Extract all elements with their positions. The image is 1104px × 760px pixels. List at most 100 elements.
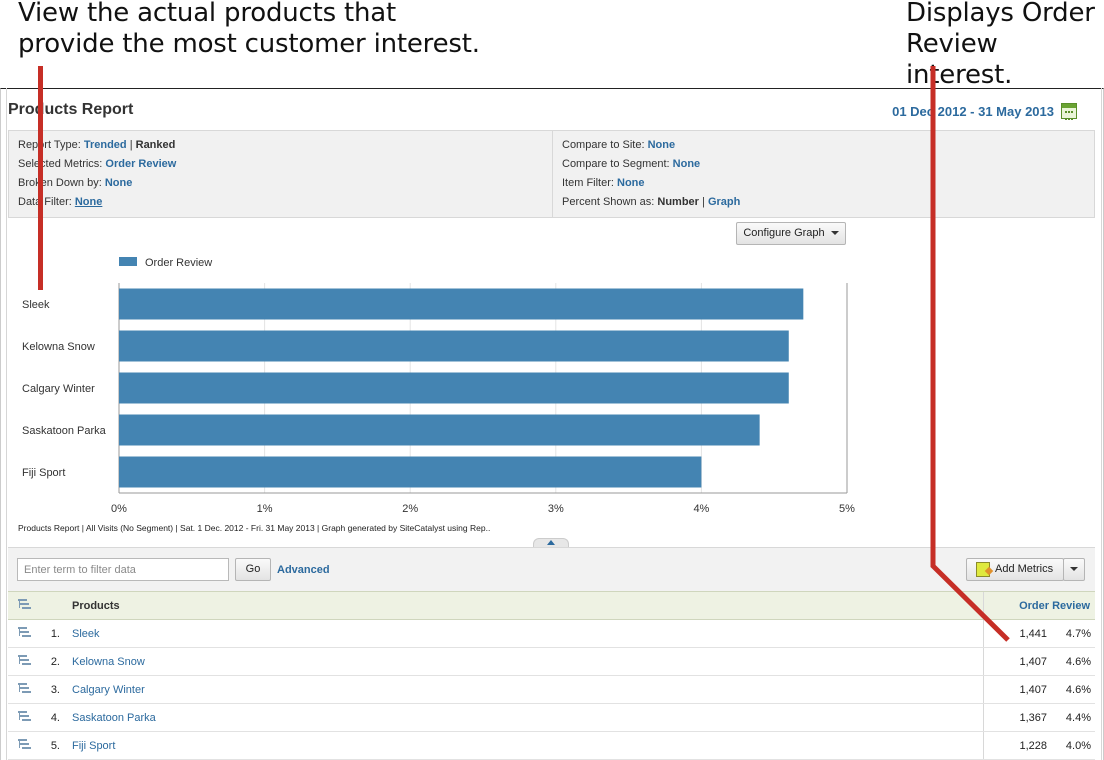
report-type-trended-link[interactable]: Trended: [84, 139, 127, 151]
filter-input[interactable]: [17, 558, 229, 581]
table-header-row: Products Order Review: [8, 591, 1095, 620]
bar: [119, 414, 760, 446]
setting-label: Compare to Site:: [562, 139, 648, 151]
header-breakdown-cell[interactable]: [8, 591, 38, 620]
chart-footer: Products Report | All Visits (No Segment…: [18, 523, 491, 533]
row-value: 1,367: [1019, 711, 1047, 724]
setting-selected-metrics: Selected Metrics: Order Review: [18, 156, 548, 175]
setting-label: Percent Shown as:: [562, 196, 658, 208]
row-breakdown-cell[interactable]: [8, 619, 38, 648]
separator: |: [126, 139, 136, 151]
percent-number: Number: [657, 196, 699, 208]
row-value-cell: 1,441 4.7%: [982, 619, 1095, 648]
go-button[interactable]: Go: [235, 558, 271, 581]
row-rank: 1.: [38, 619, 64, 648]
x-tick-label: 5%: [839, 503, 855, 515]
setting-label: Data Filter:: [18, 196, 75, 208]
row-percent: 4.6%: [1065, 655, 1091, 668]
column-header-products[interactable]: Products: [64, 591, 983, 620]
row-value: 1,407: [1019, 655, 1047, 668]
table-row: 5. Fiji Sport 1,228 4.0%: [8, 731, 1095, 760]
calendar-icon[interactable]: [1061, 103, 1077, 120]
row-value-cell: 1,228 4.0%: [982, 731, 1095, 760]
settings-divider: [552, 131, 553, 217]
table-row: 3. Calgary Winter 1,407 4.6%: [8, 675, 1095, 704]
advanced-link[interactable]: Advanced: [277, 564, 330, 576]
percent-graph-link[interactable]: Graph: [708, 196, 740, 208]
x-tick-label: 3%: [548, 503, 564, 515]
row-product-cell: Saskatoon Parka: [64, 703, 983, 732]
breakdown-icon[interactable]: [17, 739, 29, 749]
add-metrics-icon: [976, 562, 990, 577]
row-breakdown-cell[interactable]: [8, 703, 38, 732]
product-link[interactable]: Calgary Winter: [72, 684, 145, 696]
row-value: 1,228: [1019, 739, 1047, 752]
row-product-cell: Calgary Winter: [64, 675, 983, 704]
table-body: 1. Sleek 1,441 4.7% 2. Kelowna Snow 1,407…: [8, 619, 1095, 760]
callout-order-review: Displays Order Review interest.: [906, 0, 1095, 90]
x-tick-label: 0%: [111, 503, 127, 515]
y-category-label: Sleek: [22, 299, 50, 311]
date-range-link[interactable]: 01 Dec 2012 - 31 May 2013: [892, 104, 1054, 119]
add-metrics-dropdown[interactable]: [1063, 558, 1085, 581]
selected-metrics-link[interactable]: Order Review: [105, 158, 176, 170]
column-header-order-review[interactable]: Order Review: [982, 591, 1095, 620]
callout-left-pointer: [38, 66, 43, 290]
x-tick-label: 1%: [257, 503, 273, 515]
settings-left: Report Type: Trended | Ranked Selected M…: [18, 137, 548, 213]
setting-label: Compare to Segment:: [562, 158, 673, 170]
setting-label: Broken Down by:: [18, 177, 105, 189]
product-link[interactable]: Saskatoon Parka: [72, 712, 156, 724]
setting-compare-site: Compare to Site: None: [562, 137, 740, 156]
chevron-down-icon: [1070, 567, 1078, 572]
broken-down-by-link[interactable]: None: [105, 177, 133, 189]
bar: [119, 372, 789, 404]
row-breakdown-cell[interactable]: [8, 731, 38, 760]
row-product-cell: Sleek: [64, 619, 983, 648]
breakdown-icon[interactable]: [17, 711, 29, 721]
product-link[interactable]: Sleek: [72, 628, 100, 640]
collapse-graph-toggle[interactable]: [533, 538, 569, 547]
row-percent: 4.7%: [1065, 627, 1091, 640]
settings-right: Compare to Site: None Compare to Segment…: [562, 137, 740, 213]
chevron-down-icon: [830, 231, 839, 236]
setting-label: Report Type:: [18, 139, 84, 151]
y-category-label: Calgary Winter: [22, 383, 95, 395]
legend-swatch: [119, 257, 137, 266]
bar: [119, 456, 702, 488]
row-rank: 3.: [38, 675, 64, 704]
row-value-cell: 1,407 4.6%: [982, 675, 1095, 704]
breakdown-icon[interactable]: [17, 599, 29, 609]
row-percent: 4.4%: [1065, 711, 1091, 724]
breakdown-icon[interactable]: [17, 683, 29, 693]
setting-broken-down-by: Broken Down by: None: [18, 175, 548, 194]
row-value: 1,441: [1019, 627, 1047, 640]
row-breakdown-cell[interactable]: [8, 675, 38, 704]
breakdown-icon[interactable]: [17, 627, 29, 637]
legend-label: Order Review: [145, 257, 212, 269]
compare-segment-link[interactable]: None: [673, 158, 701, 170]
configure-graph-button[interactable]: Configure Graph: [736, 222, 846, 245]
configure-graph-label: Configure Graph: [743, 227, 825, 239]
row-value: 1,407: [1019, 683, 1047, 696]
setting-report-type: Report Type: Trended | Ranked: [18, 137, 548, 156]
x-tick-label: 2%: [402, 503, 418, 515]
row-rank: 5.: [38, 731, 64, 760]
breakdown-icon[interactable]: [17, 655, 29, 665]
report-type-ranked: Ranked: [135, 139, 176, 151]
row-percent: 4.0%: [1065, 739, 1091, 752]
page-title: Products Report: [8, 101, 134, 118]
product-link[interactable]: Kelowna Snow: [72, 656, 145, 668]
setting-label: Item Filter:: [562, 177, 618, 189]
row-value-cell: 1,367 4.4%: [982, 703, 1095, 732]
row-breakdown-cell[interactable]: [8, 647, 38, 676]
product-link[interactable]: Fiji Sport: [72, 740, 115, 752]
y-category-label: Fiji Sport: [22, 467, 65, 479]
products-table: Products Order Review 1. Sleek 1,441 4.7%…: [8, 591, 1095, 760]
compare-site-link[interactable]: None: [648, 139, 676, 151]
setting-compare-segment: Compare to Segment: None: [562, 156, 740, 175]
bar-chart: 0% 1% 2% 3% 4% 5% Order Review Sleek Kelowna Sno…: [22, 257, 855, 515]
row-product-cell: Kelowna Snow: [64, 647, 983, 676]
item-filter-link[interactable]: None: [617, 177, 645, 189]
data-filter-link[interactable]: None: [75, 196, 103, 208]
